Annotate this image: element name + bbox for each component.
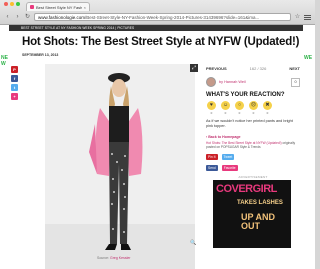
facebook-share-icon[interactable]: f [11,75,18,82]
reaction-list: ♥ 0 ☺ 0 ○ 0 ☹ 0 ✖ 0 [206,101,300,115]
reaction-sad[interactable]: ☹ 0 [248,101,259,115]
zoom-icon[interactable]: 🔍 [190,240,196,246]
article-date: SEPTEMBER 13, 2013 [22,53,59,57]
section-bar: BEST STREET STYLE AT NY FASHION WEEK SPR… [9,25,303,31]
pinterest-share-icon[interactable]: P [11,66,18,73]
wow-face-icon: ○ [235,101,244,110]
left-side-ad[interactable]: NEW [0,25,9,269]
forward-arrow-icon[interactable]: › [14,14,21,21]
reload-icon[interactable]: ↻ [24,14,31,21]
reaction-count: 0 [210,111,213,115]
twitter-share-icon[interactable]: t [11,84,18,91]
reaction-lol[interactable]: ☺ 0 [220,101,231,115]
related-post: Hot Shots: The Best Street Style at NYFW… [206,141,300,149]
favorite-button[interactable]: Favorite [221,164,238,171]
author-link[interactable]: by Hannah Weil [219,80,288,84]
reaction-count: 0 [252,111,255,115]
close-tab-icon[interactable]: × [84,5,86,10]
laugh-face-icon: ☺ [221,101,230,110]
url-path: /Best-Street-Style-NY-Fashion-Week-Sprin… [85,15,260,20]
pin-it-button[interactable]: Pin It [206,153,218,160]
slide-caption: As if we wouldn't notice her printed pan… [206,119,293,128]
reaction-count: 0 [266,111,269,115]
ad-tagline-2: UP AND OUT [241,212,276,232]
photo-credit-link[interactable]: Greg Kessler [110,256,130,260]
previous-button[interactable]: PREVIOUS [206,66,227,71]
reaction-wow[interactable]: ○ 0 [234,101,245,115]
photo-credit-label: Source: [97,256,110,260]
address-bar-row: ‹ › ↻ www.fashionologie.com/Best-Street-… [2,12,313,22]
slideshow-photo[interactable] [45,64,195,269]
social-buttons-2: Send Favorite [206,164,300,171]
favicon-icon [30,5,34,9]
ad-tagline-1: TAKES LASHES [237,200,283,207]
sad-face-icon: ☹ [249,101,258,110]
url-domain: www.fashionologie.com [38,15,86,20]
slide-counter: 162 / 326 [249,65,267,71]
share-bar: P f t + [11,66,19,100]
browser-chrome: Best Street Style NY Fashion × ‹ › ↻ www… [0,0,315,25]
right-ad-text: WE [304,55,313,61]
menu-icon[interactable] [304,14,311,21]
avatar[interactable] [206,77,216,87]
back-to-homepage-link[interactable]: ‹ Back to Homepage [206,135,300,139]
comment-count-button[interactable]: 0 [291,77,300,87]
right-side-ad[interactable]: WE [303,25,315,269]
reaction-angry[interactable]: ✖ 0 [262,101,273,115]
star-icon[interactable]: ☆ [294,14,301,21]
street-style-photo [45,64,195,269]
right-column: PREVIOUS 162 / 326 NEXT by Hannah Weil 0… [206,64,300,249]
url-input[interactable]: www.fashionologie.com/Best-Street-Style-… [34,13,291,21]
reaction-title: WHAT'S YOUR REACTION? [206,92,285,98]
back-arrow-icon[interactable]: ‹ [4,14,11,21]
page-title: Hot Shots: The Best Street Style at NYFW… [22,36,300,48]
web-page: BEST STREET STYLE AT NY FASHION WEEK SPR… [9,25,303,269]
author-row: by Hannah Weil 0 [206,75,300,89]
angry-face-icon: ✖ [263,101,272,110]
next-button[interactable]: NEXT [289,66,300,71]
social-buttons: Pin It Tweet [206,153,300,160]
send-button[interactable]: Send [206,164,218,171]
ad-brand: COVERGIRL [216,183,277,196]
love-face-icon: ♥ [207,101,216,110]
browser-tab[interactable]: Best Street Style NY Fashion × [26,2,90,11]
maximize-window-button[interactable] [16,2,20,6]
close-window-button[interactable] [4,2,8,6]
expand-icon[interactable]: ⤢ [190,64,198,72]
advertisement-label: ADVERTISEMENT [238,175,268,180]
covergirl-ad[interactable]: COVERGIRL TAKES LASHES UP AND OUT [213,180,291,249]
minimize-window-button[interactable] [10,2,14,6]
tab-title: Best Street Style NY Fashion [36,4,82,10]
slideshow-pagination: PREVIOUS 162 / 326 NEXT [206,64,300,72]
reaction-count: 0 [224,111,227,115]
more-share-icon[interactable]: + [11,93,18,100]
reaction-count: 0 [238,111,241,115]
left-ad-text: NEW [1,55,8,67]
photo-credit: Source: Greg Kessler [97,256,130,260]
reaction-love[interactable]: ♥ 0 [206,101,217,115]
tweet-button[interactable]: Tweet [221,153,235,160]
